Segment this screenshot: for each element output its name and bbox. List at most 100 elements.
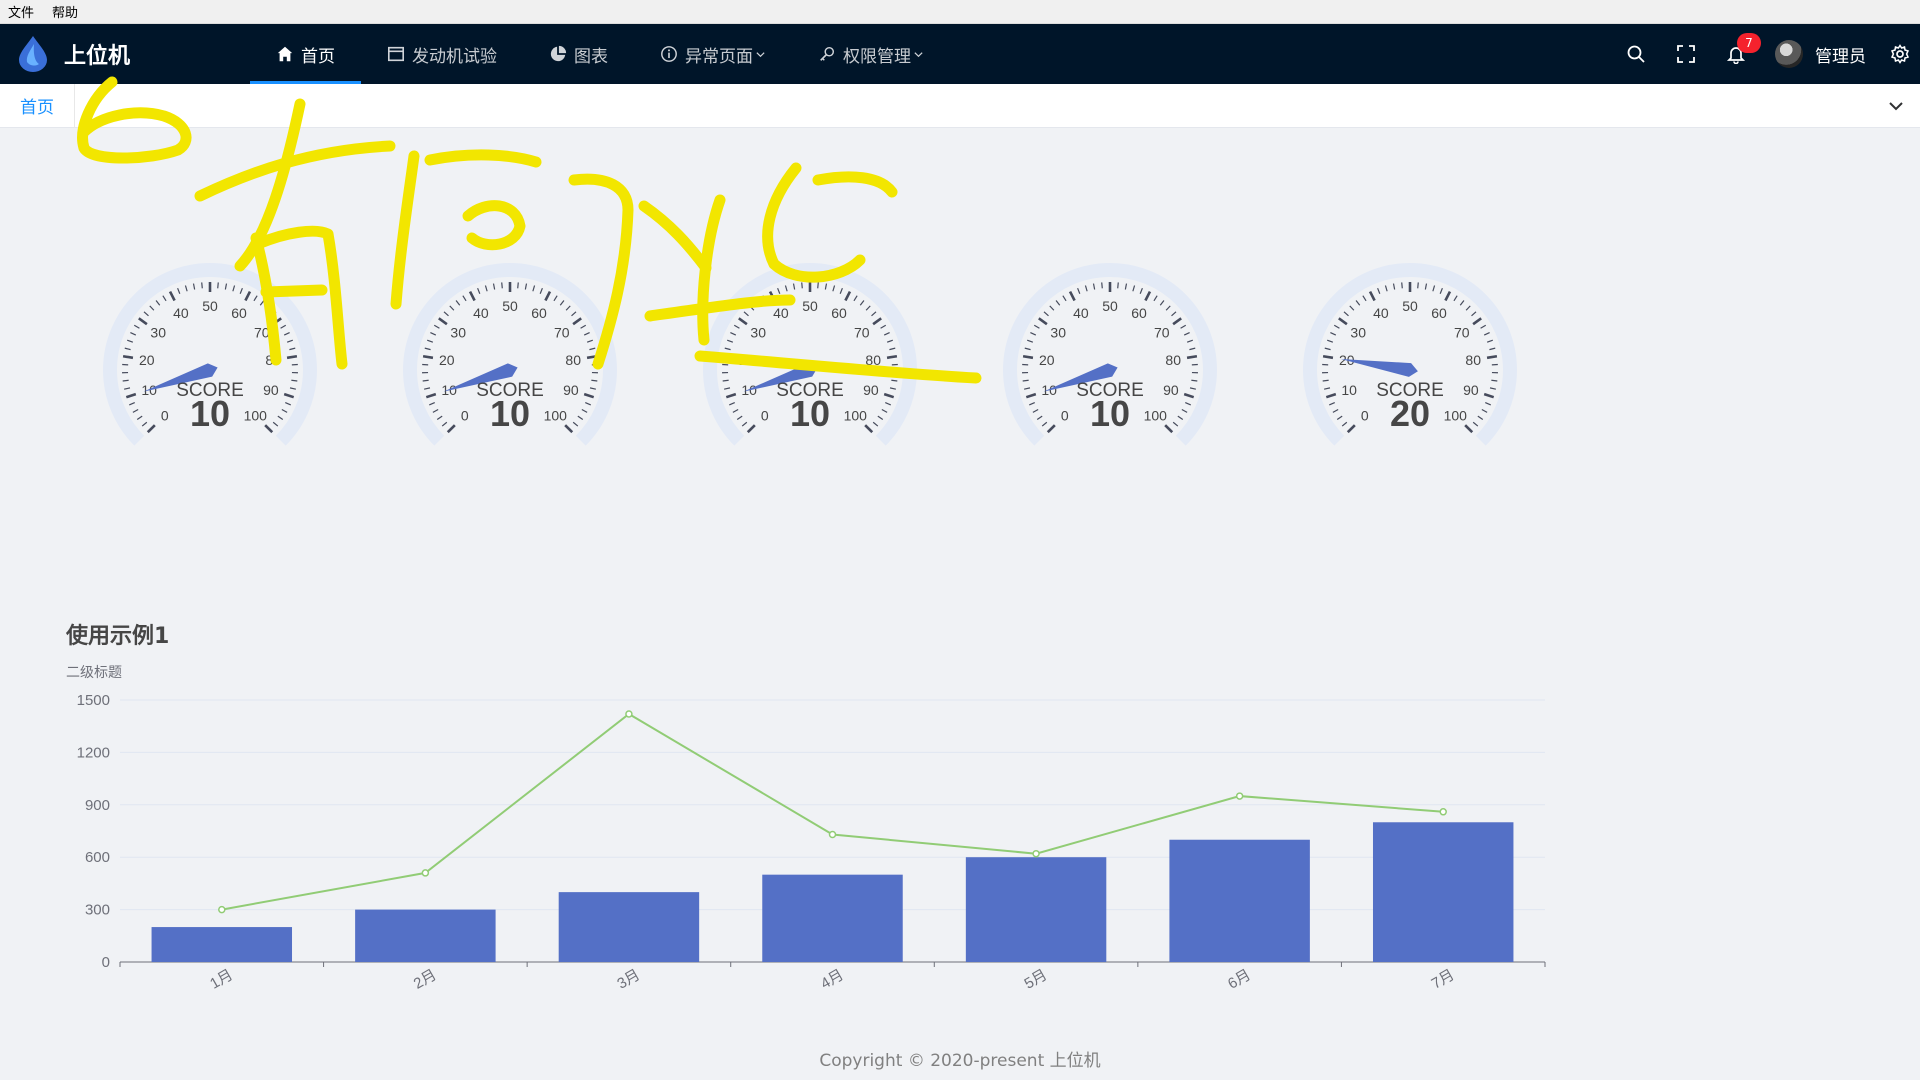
gauge-tick-label: 80 — [1465, 352, 1481, 368]
gauge-tick-label: 90 — [863, 382, 879, 398]
gauge-tick — [762, 295, 767, 302]
nav-item-home[interactable]: 首页 — [250, 24, 361, 84]
gauge-tick — [1483, 331, 1490, 336]
gauge-tick — [224, 283, 228, 290]
gauge-tick — [886, 354, 898, 360]
fullscreen-button[interactable] — [1661, 24, 1711, 84]
gauge-tick — [1472, 421, 1479, 427]
user-name: 管理员 — [1815, 46, 1866, 67]
gauge-tick — [880, 324, 887, 329]
gauge-tick — [1322, 379, 1329, 382]
gauge-tick — [1180, 324, 1187, 329]
gauge-tick — [581, 408, 588, 413]
gauge-tick — [1055, 300, 1061, 306]
gauge-tick-label: 70 — [554, 324, 570, 340]
chevron-down-icon[interactable] — [1886, 96, 1906, 116]
gauge-tick — [1028, 402, 1035, 406]
gauge-tick — [124, 347, 131, 351]
tabs-bar: 首页 — [0, 83, 1920, 128]
gauge-tick — [286, 354, 298, 360]
gauge-tick-label: 100 — [544, 407, 568, 423]
menu-file[interactable]: 文件 — [8, 2, 34, 21]
gauge-tick — [1485, 402, 1492, 406]
chevron-down-icon — [756, 51, 765, 57]
gauge-tick — [591, 379, 598, 382]
gauge-tick — [441, 421, 448, 427]
gauge-tick — [1092, 283, 1096, 290]
nav-item-engine-test[interactable]: 发动机试验 — [361, 24, 523, 84]
gauge-tick — [564, 424, 574, 434]
tab-home[interactable]: 首页 — [0, 83, 75, 128]
gauge-tick — [1471, 311, 1477, 317]
gauge-tick — [1377, 287, 1381, 294]
user-menu[interactable]: 管理员 — [1761, 24, 1880, 84]
y-tick-label: 0 — [102, 954, 110, 971]
gauge-tick — [539, 287, 543, 294]
gauge-tick — [784, 285, 788, 292]
gauge-tick — [1046, 424, 1056, 434]
gauge-tick — [1336, 415, 1343, 420]
gauge-tick — [1189, 347, 1196, 351]
gauge-tick — [1101, 282, 1103, 289]
gauge-tick — [423, 387, 431, 390]
app-logo[interactable]: 上位机 — [0, 35, 250, 73]
gauge-tick — [1330, 331, 1337, 336]
gauge-tick-label: 70 — [854, 324, 870, 340]
gauge-tick — [433, 324, 440, 329]
nav-item-permissions[interactable]: 权限管理 — [792, 24, 950, 84]
gauge-tick — [123, 387, 131, 390]
gauge-tick — [1486, 354, 1498, 360]
gauge-tick — [126, 339, 134, 343]
gauge-tick — [132, 408, 139, 413]
window-icon — [387, 46, 405, 62]
gauge-tick-label: 60 — [231, 305, 247, 321]
gauge-tick — [283, 331, 290, 336]
gauge-tick-label: 0 — [461, 407, 469, 423]
gauge-tick — [1453, 295, 1458, 302]
gauge-tick — [1084, 285, 1088, 292]
gauge-svg: 010203040 50 60708090100SCORE10 — [1003, 263, 1217, 446]
gauge-tick — [736, 415, 743, 420]
gauge-tick-label: 40 — [1373, 305, 1389, 321]
chart-point — [828, 830, 837, 839]
gauge-tick — [1183, 331, 1190, 336]
gauge-tick — [1189, 387, 1197, 390]
gauge-tick — [741, 421, 748, 427]
gauge-tick — [271, 311, 277, 317]
gauge-tick — [1338, 317, 1348, 326]
drop-logo-icon — [19, 36, 47, 72]
gauge-tick — [130, 331, 137, 336]
nav-item-label: 发动机试验 — [412, 46, 497, 67]
gauge-tick-label: 70 — [1454, 324, 1470, 340]
nav-item-exception-pages[interactable]: 异常页面 — [634, 24, 792, 84]
gauge-tick — [726, 339, 734, 343]
gauge-tick — [1325, 392, 1337, 399]
gauge-tick — [1172, 421, 1179, 427]
gauge-tick — [553, 295, 558, 302]
gauge-tick — [572, 421, 579, 427]
gauge-tick — [141, 421, 148, 427]
nav-item-charts[interactable]: 图表 — [523, 24, 634, 84]
gauge-tick — [1491, 379, 1498, 382]
menu-help[interactable]: 帮助 — [52, 2, 78, 21]
chart-bar — [151, 927, 293, 962]
settings-button[interactable] — [1880, 24, 1920, 84]
gauge-tick — [272, 317, 282, 326]
gauge-tick — [1392, 283, 1396, 290]
gauge-tick-label: 100 — [1144, 407, 1168, 423]
gauge-tick — [872, 421, 879, 427]
gauge-tick — [589, 387, 597, 390]
x-tick-label: 6月 — [1225, 966, 1254, 992]
notifications-button[interactable]: 7 — [1711, 24, 1761, 84]
gauge-tick — [1024, 347, 1031, 351]
gauge: 0 10 20 30 40 50 60 70 80 90 100 SCORE 10 — [380, 255, 640, 475]
gauge-tick — [155, 300, 161, 306]
gauge-tick — [285, 402, 292, 406]
gauge-tick — [792, 283, 796, 290]
gauge-tick — [1041, 421, 1048, 427]
notification-badge: 7 — [1737, 33, 1761, 53]
search-button[interactable] — [1611, 24, 1661, 84]
gauge-tick — [1480, 324, 1487, 329]
gauge-tick-label: 100 — [844, 407, 868, 423]
gauge-tick-label: 40 — [173, 305, 189, 321]
